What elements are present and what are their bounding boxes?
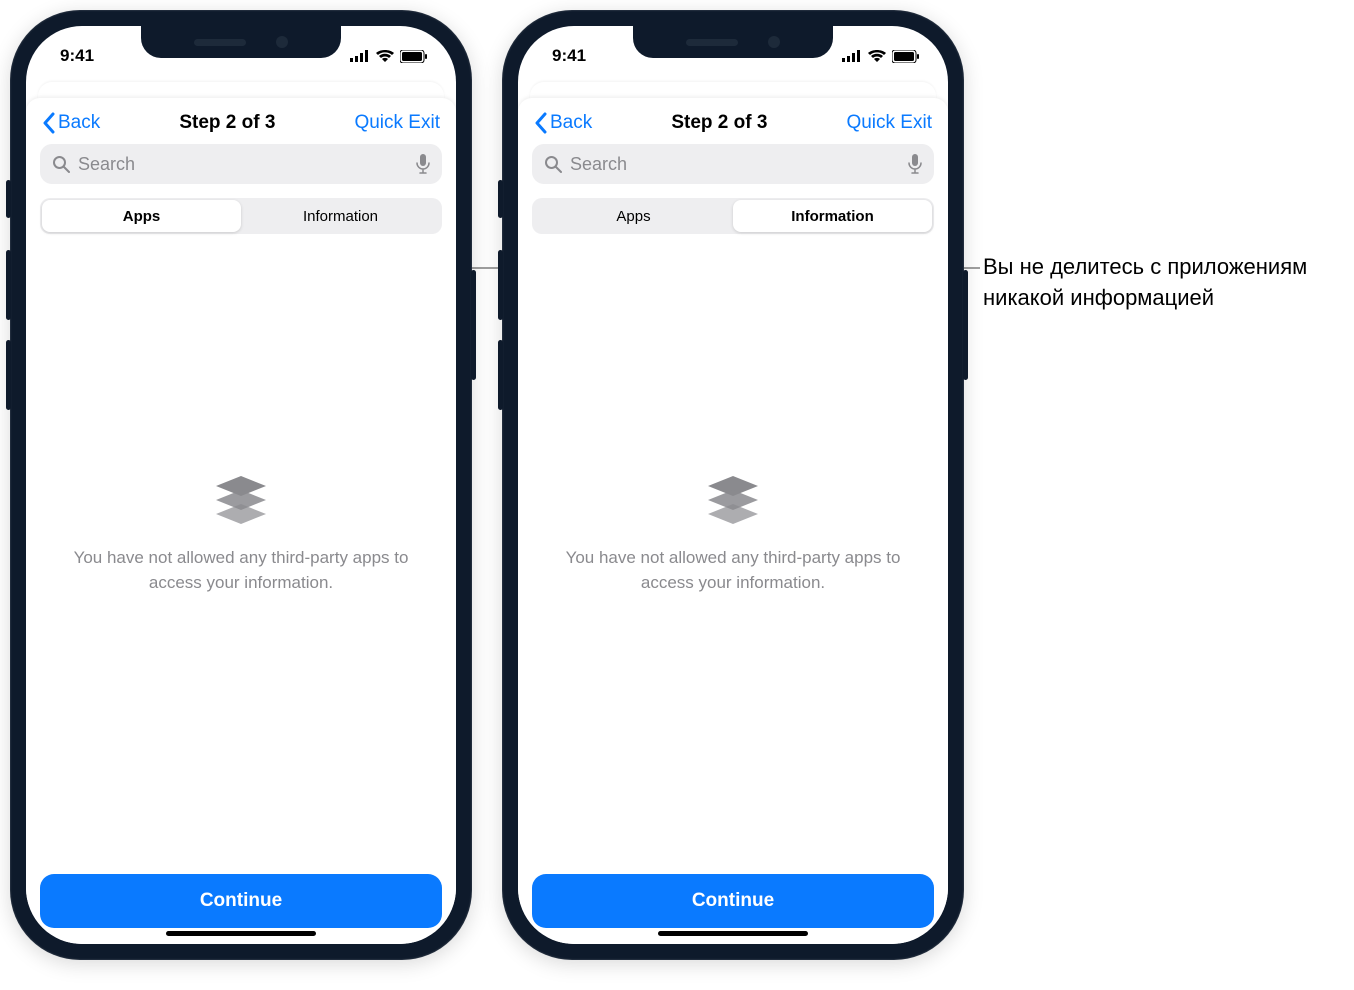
battery-icon: [892, 50, 920, 63]
search-icon: [52, 155, 70, 173]
back-label: Back: [58, 112, 100, 134]
empty-state: You have not allowed any third-party app…: [40, 234, 442, 874]
empty-state: You have not allowed any third-party app…: [532, 234, 934, 874]
dictate-icon[interactable]: [416, 154, 430, 174]
mute-switch: [498, 180, 503, 218]
status-icons: [350, 50, 428, 63]
speaker-grille: [686, 39, 738, 46]
search-input[interactable]: Search: [532, 144, 934, 184]
continue-button[interactable]: Continue: [532, 874, 934, 928]
tab-apps-label: Apps: [616, 208, 650, 225]
phone-mockup-apps: 9:41 Back Step 2 of 3 Quick Exit: [10, 10, 472, 960]
tab-information[interactable]: Information: [733, 200, 932, 232]
sheet: Back Step 2 of 3 Quick Exit Search Apps …: [518, 98, 948, 944]
cellular-icon: [350, 50, 370, 62]
wifi-icon: [868, 50, 886, 62]
chevron-left-icon: [534, 112, 548, 134]
empty-message: You have not allowed any third-party app…: [64, 546, 418, 595]
segmented-control: Apps Information: [40, 198, 442, 234]
segmented-control: Apps Information: [532, 198, 934, 234]
home-indicator[interactable]: [658, 931, 808, 936]
nav-title: Step 2 of 3: [671, 112, 767, 134]
search-placeholder: Search: [570, 154, 900, 175]
continue-label: Continue: [200, 890, 282, 912]
continue-button[interactable]: Continue: [40, 874, 442, 928]
tab-apps-label: Apps: [123, 208, 161, 225]
nav-title: Step 2 of 3: [179, 112, 275, 134]
chevron-left-icon: [42, 112, 56, 134]
tab-information-label: Information: [303, 208, 378, 225]
volume-up-button: [498, 250, 503, 320]
home-indicator[interactable]: [166, 931, 316, 936]
nav-bar: Back Step 2 of 3 Quick Exit: [40, 98, 442, 144]
notch: [633, 26, 833, 58]
front-camera: [276, 36, 288, 48]
dictate-icon[interactable]: [908, 154, 922, 174]
tab-apps[interactable]: Apps: [42, 200, 241, 232]
side-button: [471, 270, 476, 380]
callout-text: Вы не делитесь с приложениям никакой инф…: [983, 252, 1343, 314]
stack-icon: [210, 472, 272, 530]
back-button[interactable]: Back: [42, 112, 100, 134]
search-icon: [544, 155, 562, 173]
phone-mockup-information: 9:41 Back Step 2 of 3 Quick Exit: [502, 10, 964, 960]
quick-exit-button[interactable]: Quick Exit: [846, 112, 932, 134]
nav-bar: Back Step 2 of 3 Quick Exit: [532, 98, 934, 144]
empty-message: You have not allowed any third-party app…: [556, 546, 910, 595]
status-time: 9:41: [552, 46, 586, 66]
tab-information[interactable]: Information: [241, 200, 440, 232]
front-camera: [768, 36, 780, 48]
tab-apps[interactable]: Apps: [534, 200, 733, 232]
search-placeholder: Search: [78, 154, 408, 175]
speaker-grille: [194, 39, 246, 46]
search-input[interactable]: Search: [40, 144, 442, 184]
continue-label: Continue: [692, 890, 774, 912]
back-button[interactable]: Back: [534, 112, 592, 134]
volume-down-button: [6, 340, 11, 410]
notch: [141, 26, 341, 58]
status-icons: [842, 50, 920, 63]
volume-up-button: [6, 250, 11, 320]
cellular-icon: [842, 50, 862, 62]
back-label: Back: [550, 112, 592, 134]
quick-exit-button[interactable]: Quick Exit: [354, 112, 440, 134]
volume-down-button: [498, 340, 503, 410]
side-button: [963, 270, 968, 380]
diagram-canvas: 9:41 Back Step 2 of 3 Quick Exit: [0, 0, 1354, 990]
wifi-icon: [376, 50, 394, 62]
screen: 9:41 Back Step 2 of 3 Quick Exit: [26, 26, 456, 944]
battery-icon: [400, 50, 428, 63]
tab-information-label: Information: [791, 208, 874, 225]
stack-icon: [702, 472, 764, 530]
screen: 9:41 Back Step 2 of 3 Quick Exit: [518, 26, 948, 944]
mute-switch: [6, 180, 11, 218]
sheet: Back Step 2 of 3 Quick Exit Search Apps …: [26, 98, 456, 944]
status-time: 9:41: [60, 46, 94, 66]
